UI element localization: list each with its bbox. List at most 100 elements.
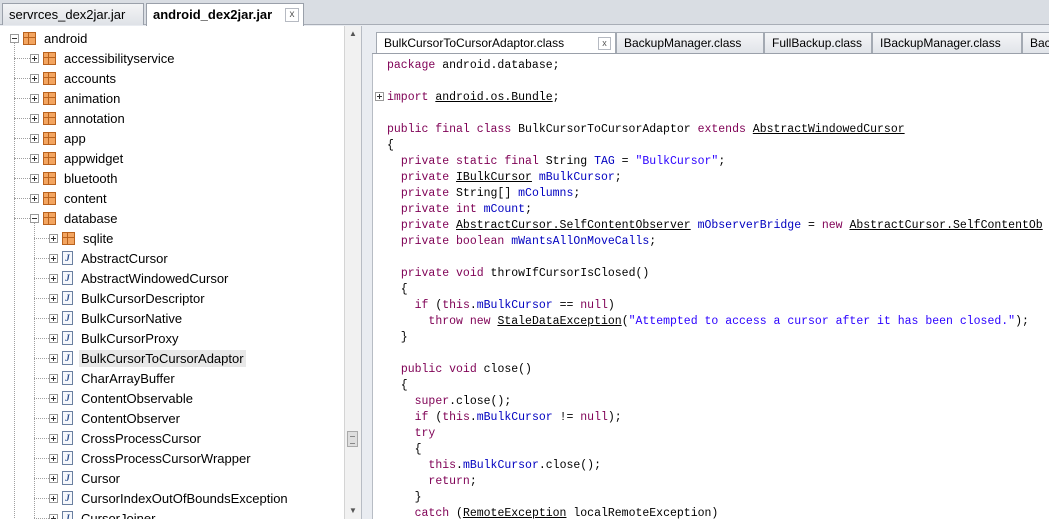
- code-keyword: throw new: [428, 315, 491, 328]
- tree-item[interactable]: J BulkCursorDescriptor: [49, 288, 207, 308]
- expand-icon[interactable]: [49, 293, 58, 303]
- expand-icon[interactable]: [30, 153, 39, 163]
- tree-item[interactable]: J CursorIndexOutOfBoundsException: [49, 488, 290, 508]
- tree-item[interactable]: android: [10, 28, 89, 48]
- tree-connector: [34, 458, 49, 459]
- tab-bulkcursortocursoradaptor[interactable]: BulkCursorToCursorAdaptor.class x: [376, 32, 616, 53]
- tree-item[interactable]: J CrossProcessCursorWrapper: [49, 448, 253, 468]
- file-tab-android-dex2jar[interactable]: android_dex2jar.jar x: [146, 3, 304, 26]
- scroll-down-arrow-icon[interactable]: ▼: [345, 503, 361, 519]
- tree-item-label: animation: [64, 90, 121, 106]
- code-text: !=: [552, 411, 581, 424]
- tree-item[interactable]: J AbstractWindowedCursor: [49, 268, 230, 288]
- tree-item-label: Cursor: [81, 470, 121, 486]
- expand-icon[interactable]: [49, 313, 58, 323]
- close-icon[interactable]: x: [598, 37, 611, 50]
- expand-icon[interactable]: [30, 193, 39, 203]
- expand-icon[interactable]: [30, 53, 39, 63]
- tree-item[interactable]: appwidget: [30, 148, 125, 168]
- tree-vertical-scrollbar[interactable]: ▲ ▼: [344, 26, 361, 519]
- code-type-link[interactable]: AbstractCursor.SelfContentObserver: [456, 219, 691, 232]
- expand-icon[interactable]: [49, 413, 58, 423]
- tree-item[interactable]: J AbstractCursor: [49, 248, 170, 268]
- tree-item[interactable]: J Cursor: [49, 468, 122, 488]
- tab-ibackupmanager[interactable]: IBackupManager.class: [872, 32, 1022, 53]
- code-text: );: [607, 411, 622, 424]
- file-tab-servrces-dex2jar[interactable]: servrces_dex2jar.jar: [2, 3, 144, 25]
- code-type-link[interactable]: android.os.Bundle: [435, 91, 552, 104]
- expand-icon[interactable]: [49, 333, 58, 343]
- code-text: =: [614, 155, 636, 168]
- tree-connector: [34, 222, 35, 519]
- package-icon: [43, 151, 56, 165]
- expand-icon[interactable]: [49, 253, 58, 263]
- class-file-icon: J: [62, 431, 73, 445]
- tree-item[interactable]: J BulkCursorToCursorAdaptor: [49, 348, 246, 368]
- tree-item[interactable]: database: [30, 208, 120, 228]
- code-line: this.mBulkCursor.close();: [387, 458, 601, 474]
- expand-imports-icon[interactable]: [375, 92, 384, 101]
- tree-item[interactable]: J BulkCursorProxy: [49, 328, 181, 348]
- code-line: {: [387, 282, 408, 298]
- package-icon: [43, 71, 56, 85]
- expand-icon[interactable]: [49, 453, 58, 463]
- tree-item-label: annotation: [64, 110, 125, 126]
- tree-item[interactable]: J CharArrayBuffer: [49, 368, 177, 388]
- expand-icon[interactable]: [30, 133, 39, 143]
- tree-item[interactable]: animation: [30, 88, 122, 108]
- tree-item[interactable]: sqlite: [49, 228, 115, 248]
- collapse-icon[interactable]: [30, 213, 39, 223]
- editor-tab-label: IBackupManager.class: [880, 36, 1001, 50]
- code-keyword: private: [400, 219, 450, 232]
- code-line: }: [387, 330, 408, 346]
- expand-icon[interactable]: [49, 353, 58, 363]
- tree-item[interactable]: accessibilityservice: [30, 48, 177, 68]
- expand-icon[interactable]: [30, 73, 39, 83]
- tree-item[interactable]: accounts: [30, 68, 118, 88]
- tree-item[interactable]: J ContentObserver: [49, 408, 182, 428]
- code-type-link[interactable]: RemoteException: [463, 507, 567, 519]
- expand-icon[interactable]: [49, 513, 58, 519]
- code-line: catch (RemoteException localRemoteExcept…: [387, 506, 719, 519]
- tree-item[interactable]: app: [30, 128, 88, 148]
- expand-icon[interactable]: [49, 373, 58, 383]
- scroll-up-arrow-icon[interactable]: ▲: [345, 26, 361, 42]
- code-type-link[interactable]: IBulkCursor: [456, 171, 532, 184]
- tree-item[interactable]: bluetooth: [30, 168, 120, 188]
- expand-icon[interactable]: [49, 473, 58, 483]
- expand-icon[interactable]: [30, 113, 39, 123]
- tab-fullbackup[interactable]: FullBackup.class: [764, 32, 872, 53]
- expand-icon[interactable]: [49, 273, 58, 283]
- tree-item[interactable]: J BulkCursorNative: [49, 308, 184, 328]
- code-type-link[interactable]: StaleDataException: [497, 315, 621, 328]
- code-keyword: if: [414, 299, 429, 312]
- close-icon[interactable]: x: [285, 8, 299, 22]
- tree-item[interactable]: content: [30, 188, 109, 208]
- code-editor[interactable]: package android.database; import android.…: [372, 54, 1049, 519]
- scrollbar-thumb[interactable]: [347, 431, 358, 447]
- code-text: .close();: [449, 395, 512, 408]
- code-keyword: this: [442, 411, 470, 424]
- tab-bac[interactable]: Bac: [1022, 32, 1049, 53]
- tree-item[interactable]: J ContentObservable: [49, 388, 195, 408]
- tree-item[interactable]: annotation: [30, 108, 127, 128]
- code-type-link[interactable]: AbstractCursor.SelfContentOb: [849, 219, 1042, 232]
- tree-item-label: ContentObserver: [81, 410, 180, 426]
- tree-connector: [14, 178, 30, 179]
- tree-connector: [34, 298, 49, 299]
- expand-icon[interactable]: [49, 433, 58, 443]
- collapse-icon[interactable]: [10, 33, 19, 43]
- code-type-link[interactable]: AbstractWindowedCursor: [753, 123, 905, 136]
- expand-icon[interactable]: [49, 393, 58, 403]
- expand-icon[interactable]: [30, 173, 39, 183]
- expand-icon[interactable]: [49, 233, 58, 243]
- tree-item[interactable]: J CursorJoiner: [49, 508, 157, 519]
- tree-connector: [34, 338, 49, 339]
- tree-item[interactable]: J CrossProcessCursor: [49, 428, 203, 448]
- expand-icon[interactable]: [30, 93, 39, 103]
- expand-icon[interactable]: [49, 493, 58, 503]
- package-icon: [43, 191, 56, 205]
- tab-backupmanager[interactable]: BackupManager.class: [616, 32, 764, 53]
